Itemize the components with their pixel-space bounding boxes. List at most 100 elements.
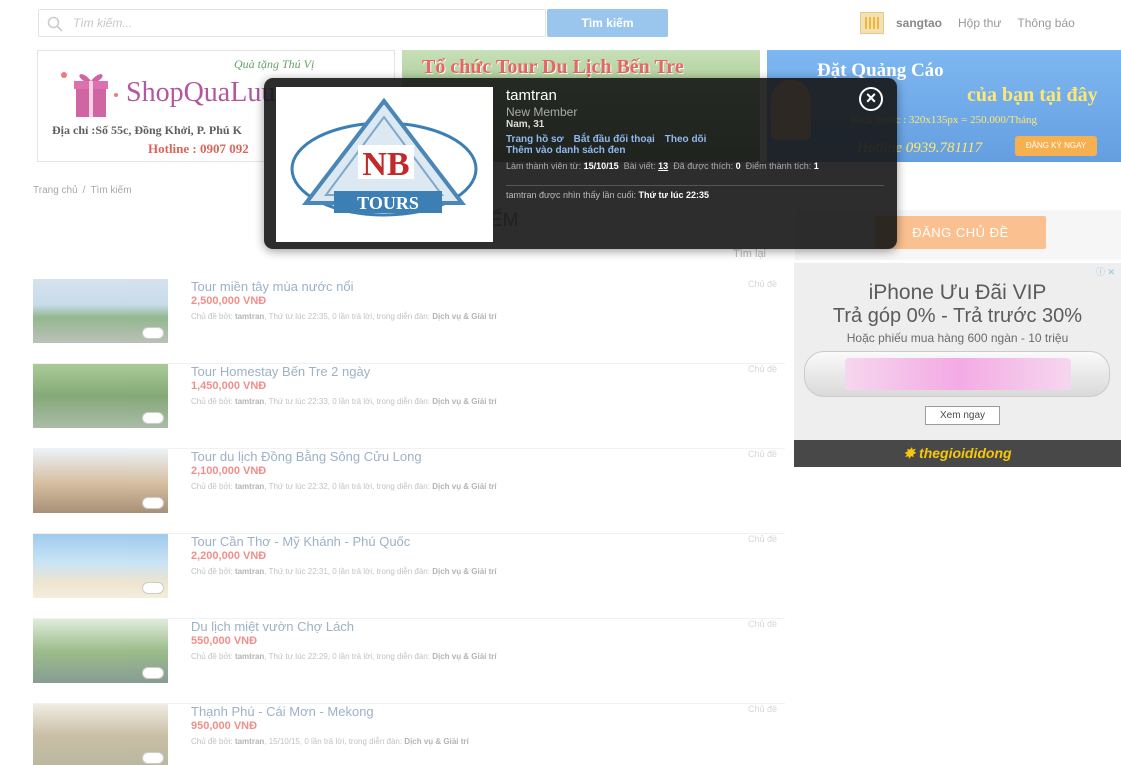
- breadcrumb-current[interactable]: Tìm kiếm: [90, 185, 131, 196]
- ad-info-icon[interactable]: ⓘ ✕: [1096, 265, 1115, 278]
- thread-title[interactable]: Tour Cần Thơ - Mỹ Khánh - Phú Quốc: [191, 534, 410, 549]
- ads-line-2: của bạn tại đây: [967, 84, 1098, 106]
- thread-thumbnail[interactable]: [33, 364, 168, 428]
- thread-thumbnail[interactable]: [33, 449, 168, 513]
- trophy-points: 1: [813, 161, 819, 171]
- thread-price: 2,200,000 VNĐ: [191, 550, 267, 562]
- member-card-popup: NB TOURS tamtran New Member Nam, 31 Tran…: [264, 78, 897, 249]
- inbox-link[interactable]: Hộp thư: [958, 16, 1001, 30]
- thread-meta: Chủ đề bởi: tamtran, Thứ tư lúc 22:32, 0…: [191, 482, 497, 491]
- thread-price: 2,500,000 VNĐ: [191, 295, 267, 307]
- breadcrumb-home[interactable]: Trang chủ: [33, 185, 78, 196]
- thread-title[interactable]: Tour Homestay Bến Tre 2 ngày: [191, 364, 370, 379]
- list-item[interactable]: Du lịch miệt vườn Chợ Lách 550,000 VNĐ C…: [33, 619, 785, 704]
- thread-meta: Chủ đề bởi: tamtran, 15/10/15, 0 lần trả…: [191, 737, 469, 746]
- member-avatar[interactable]: NB TOURS: [276, 87, 493, 242]
- close-icon[interactable]: ×: [859, 87, 883, 111]
- notifications-link[interactable]: Thông báo: [1017, 16, 1074, 30]
- ad-view-button[interactable]: Xem ngay: [925, 406, 1000, 425]
- thread-author[interactable]: tamtran: [235, 652, 264, 661]
- breadcrumb: Trang chủ / Tìm kiếm: [33, 185, 132, 196]
- follow-link[interactable]: Theo dõi: [665, 134, 707, 145]
- thread-type: Chủ đề: [747, 449, 777, 459]
- ignore-link[interactable]: Thêm vào danh sách đen: [506, 145, 625, 156]
- list-item[interactable]: Tour Cần Thơ - Mỹ Khánh - Phú Quốc 2,200…: [33, 534, 785, 619]
- thread-forum[interactable]: Dịch vụ & Giải trí: [432, 652, 496, 661]
- profile-link[interactable]: Trang hồ sơ: [506, 134, 564, 145]
- thread-author[interactable]: tamtran: [235, 567, 264, 576]
- post-count-link[interactable]: 13: [658, 161, 668, 171]
- thread-type: Chủ đề: [747, 704, 777, 714]
- thread-forum[interactable]: Dịch vụ & Giải trí: [432, 567, 496, 576]
- sidebar-ad[interactable]: ⓘ ✕ iPhone Ưu Đãi VIP Trả góp 0% - Trả t…: [794, 263, 1121, 467]
- logo-nb-text: NB: [362, 146, 409, 183]
- last-seen-time: Thứ tư lúc 22:35: [638, 190, 710, 200]
- tour-banner-title: Tổ chức Tour Du Lịch Bến Tre: [422, 56, 684, 78]
- phone-image: [804, 351, 1110, 397]
- thread-forum[interactable]: Dịch vụ & Giải trí: [432, 312, 496, 321]
- shop-address: Địa chỉ :Số 55c, Đồng Khởi, P. Phú K: [52, 123, 242, 137]
- thread-meta: Chủ đề bởi: tamtran, Thứ tư lúc 22:33, 0…: [191, 397, 497, 406]
- thread-type: Chủ đề: [747, 364, 777, 374]
- list-item[interactable]: Tour Homestay Bến Tre 2 ngày 1,450,000 V…: [33, 364, 785, 449]
- thread-thumbnail[interactable]: [33, 534, 168, 598]
- thread-thumbnail[interactable]: [33, 619, 168, 683]
- thread-price: 1,450,000 VNĐ: [191, 380, 267, 392]
- logo-tours-text: TOURS: [357, 193, 419, 213]
- ad-brand-name: thegioididong: [919, 445, 1012, 461]
- start-conversation-link[interactable]: Bắt đầu đối thoại: [574, 134, 655, 145]
- joined-date: 15/10/15: [583, 161, 619, 171]
- thread-forum[interactable]: Dịch vụ & Giải trí: [404, 737, 468, 746]
- ad-brand: ✸ thegioididong: [794, 440, 1121, 467]
- like-count: 0: [735, 161, 741, 171]
- thread-author[interactable]: tamtran: [235, 397, 264, 406]
- ad-note: Hoặc phiếu mua hàng 600 ngàn - 10 triệu: [846, 331, 1069, 345]
- thread-forum[interactable]: Dịch vụ & Giải trí: [432, 397, 496, 406]
- post-thread-button[interactable]: ĐĂNG CHỦ ĐỀ: [875, 216, 1046, 249]
- search-button[interactable]: Tìm kiếm: [547, 9, 668, 37]
- thread-author[interactable]: tamtran: [235, 312, 264, 321]
- thread-price: 950,000 VNĐ: [191, 720, 258, 732]
- thread-title[interactable]: Tour du lịch Đồng Bằng Sông Cửu Long: [191, 449, 422, 464]
- gift-icon: [61, 72, 118, 117]
- search-icon: [47, 16, 63, 32]
- username-link[interactable]: sangtao: [896, 16, 942, 30]
- thread-type: Chủ đề: [747, 279, 777, 289]
- divider: [506, 185, 884, 186]
- thread-type: Chủ đề: [747, 619, 777, 629]
- shop-name: ShopQuaLuu: [126, 77, 276, 108]
- search-input[interactable]: Tìm kiếm...: [38, 9, 546, 37]
- thread-forum[interactable]: Dịch vụ & Giải trí: [432, 482, 496, 491]
- ads-register-button[interactable]: ĐĂNG KÝ NGAY: [1015, 136, 1097, 156]
- thread-meta: Chủ đề bởi: tamtran, Thứ tư lúc 22:29, 0…: [191, 652, 497, 661]
- member-info: Nam, 31: [506, 119, 545, 130]
- thread-price: 2,100,000 VNĐ: [191, 465, 267, 477]
- breadcrumb-separator: /: [82, 185, 86, 196]
- thread-author[interactable]: tamtran: [235, 737, 264, 746]
- list-item[interactable]: Tour du lịch Đồng Bằng Sông Cửu Long 2,1…: [33, 449, 785, 534]
- thread-title[interactable]: Tour miền tây mùa nước nổi: [191, 279, 353, 294]
- thread-thumbnail[interactable]: [33, 704, 168, 765]
- member-links: Trang hồ sơ Bắt đầu đối thoại Theo dõi Thê…: [506, 134, 786, 156]
- top-bar: Tìm kiếm... Tìm kiếm sangtao Hộp thư Thô…: [0, 0, 1121, 44]
- thread-author[interactable]: tamtran: [235, 482, 264, 491]
- member-name[interactable]: tamtran: [506, 87, 557, 104]
- thread-thumbnail[interactable]: [33, 279, 168, 343]
- thread-title[interactable]: Thạnh Phú - Cái Mơn - Mekong: [191, 704, 374, 719]
- list-item[interactable]: Thạnh Phú - Cái Mơn - Mekong 950,000 VNĐ…: [33, 704, 785, 765]
- list-item[interactable]: Tour miền tây mùa nước nổi 2,500,000 VNĐ…: [33, 279, 785, 364]
- user-nav: sangtao Hộp thư Thông báo: [860, 9, 1091, 37]
- shop-tagline: Quà tặng Thú Vị: [234, 57, 315, 71]
- last-seen: tamtran được nhìn thấy lần cuối: Thứ tư …: [506, 190, 710, 200]
- thread-title[interactable]: Du lịch miệt vườn Chợ Lách: [191, 619, 354, 634]
- member-title: New Member: [506, 105, 578, 119]
- avatar[interactable]: [860, 12, 884, 34]
- thread-price: 550,000 VNĐ: [191, 635, 258, 647]
- member-stats: Làm thành viên từ: 15/10/15 Bài viết: 13…: [506, 161, 819, 171]
- search-placeholder: Tìm kiếm...: [73, 16, 133, 30]
- find-again-link[interactable]: Tìm lại: [733, 248, 766, 260]
- ad-subline: Trả góp 0% - Trả trước 30%: [832, 305, 1083, 327]
- thread-type: Chủ đề: [747, 534, 777, 544]
- shop-hotline: Hotline : 0907 092: [148, 141, 249, 156]
- thread-meta: Chủ đề bởi: tamtran, Thứ tư lúc 22:35, 0…: [191, 312, 497, 321]
